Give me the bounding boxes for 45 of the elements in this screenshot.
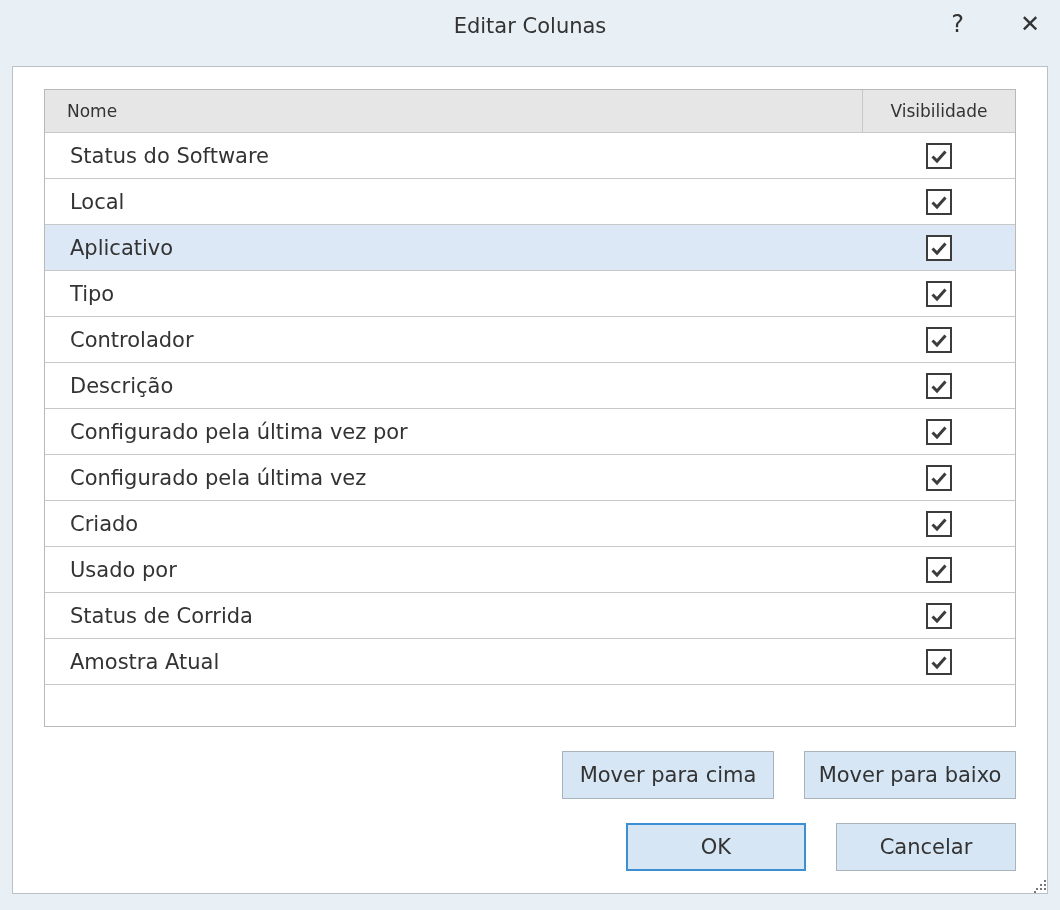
table-row[interactable]: Status do Software bbox=[45, 133, 1015, 179]
visibility-checkbox[interactable] bbox=[926, 326, 952, 353]
visibility-checkbox[interactable] bbox=[926, 372, 952, 399]
table-row[interactable]: Configurado pela última vez por bbox=[45, 409, 1015, 455]
move-up-button[interactable]: Mover para cima bbox=[562, 751, 774, 799]
table-row[interactable]: Aplicativo bbox=[45, 225, 1015, 271]
visibility-checkbox[interactable] bbox=[926, 510, 952, 537]
column-name: Tipo bbox=[69, 281, 116, 306]
column-name: Criado bbox=[69, 511, 140, 536]
visibility-checkbox[interactable] bbox=[926, 648, 952, 675]
resize-grip-icon[interactable] bbox=[1033, 879, 1047, 893]
visibility-checkbox[interactable] bbox=[926, 556, 952, 583]
visibility-checkbox[interactable] bbox=[926, 234, 952, 261]
move-down-button[interactable]: Mover para baixo bbox=[804, 751, 1016, 799]
column-name: Descrição bbox=[69, 373, 175, 398]
column-name: Controlador bbox=[69, 327, 195, 352]
visibility-checkbox[interactable] bbox=[926, 188, 952, 215]
table-row[interactable]: Criado bbox=[45, 501, 1015, 547]
column-name: Local bbox=[69, 189, 126, 214]
table-row[interactable]: Controlador bbox=[45, 317, 1015, 363]
column-name: Aplicativo bbox=[69, 235, 175, 260]
column-name: Configurado pela última vez bbox=[69, 465, 368, 490]
visibility-checkbox[interactable] bbox=[926, 280, 952, 307]
column-name: Status de Corrida bbox=[69, 603, 254, 628]
table-row[interactable]: Status de Corrida bbox=[45, 593, 1015, 639]
visibility-checkbox[interactable] bbox=[926, 418, 952, 445]
cancel-button[interactable]: Cancelar bbox=[836, 823, 1016, 871]
column-name: Status do Software bbox=[69, 143, 271, 168]
table-row[interactable]: Tipo bbox=[45, 271, 1015, 317]
visibility-checkbox[interactable] bbox=[926, 142, 952, 169]
table-row[interactable]: Amostra Atual bbox=[45, 639, 1015, 685]
column-name: Usado por bbox=[69, 557, 178, 582]
visibility-checkbox[interactable] bbox=[926, 602, 952, 629]
window-title: Editar Colunas bbox=[453, 14, 607, 38]
help-button[interactable]: ? bbox=[947, 10, 968, 38]
column-header[interactable]: Nome bbox=[45, 90, 863, 132]
column-header[interactable]: Visibilidade bbox=[863, 90, 1015, 132]
close-button[interactable]: ✕ bbox=[1015, 10, 1044, 38]
table-row[interactable]: Descrição bbox=[45, 363, 1015, 409]
table-row[interactable]: Usado por bbox=[45, 547, 1015, 593]
column-name: Amostra Atual bbox=[69, 649, 221, 674]
column-name: Configurado pela última vez por bbox=[69, 419, 409, 444]
ok-button[interactable]: OK bbox=[626, 823, 806, 871]
table-row[interactable]: Configurado pela última vez bbox=[45, 455, 1015, 501]
visibility-checkbox[interactable] bbox=[926, 464, 952, 491]
